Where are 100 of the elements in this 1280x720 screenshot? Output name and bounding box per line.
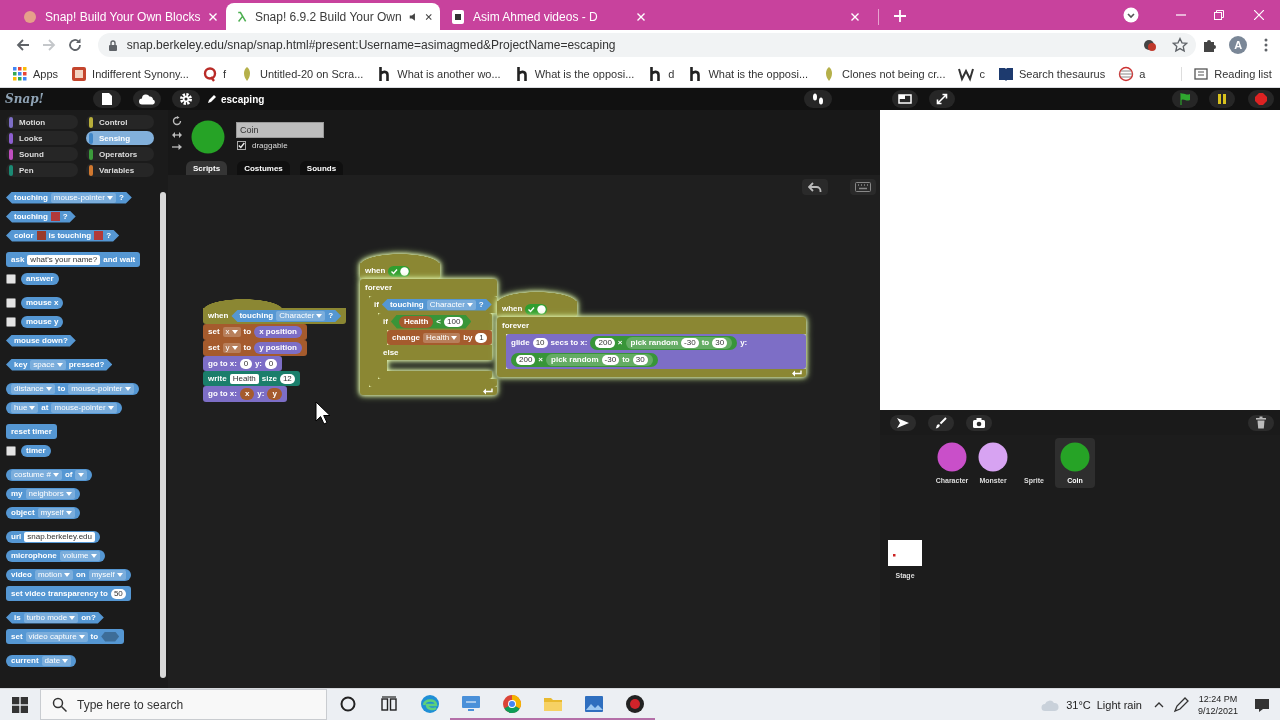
search-field[interactable]: Type here to search xyxy=(40,689,327,720)
bookmark[interactable]: Untitled-20 on Scra... xyxy=(236,62,366,85)
category-button[interactable]: Looks xyxy=(6,131,78,145)
left-right-arrow-icon[interactable] xyxy=(172,132,182,138)
watcher-checkbox[interactable] xyxy=(6,316,16,327)
address-bar[interactable]: snap.berkeley.edu/snap/snap.html#present:Username=asimagmed&ProjectName=escaping xyxy=(97,33,1197,57)
reporter-block[interactable]: y position xyxy=(254,342,302,354)
text-slot[interactable]: snap.berkeley.edu xyxy=(24,531,96,542)
command-block[interactable]: go to x: 0 y: 0 xyxy=(203,356,282,371)
number-slot[interactable]: 100 xyxy=(444,316,464,327)
command-block[interactable]: go to x: x y: y xyxy=(203,386,287,402)
bookmark[interactable]: Apps xyxy=(10,62,61,85)
bookmark[interactable]: What is the opposi... xyxy=(685,62,811,85)
weather-widget[interactable]: 31°C Light rain xyxy=(1034,689,1148,720)
number-slot[interactable]: -30 xyxy=(601,355,620,365)
dropdown-slot[interactable] xyxy=(75,469,88,480)
bookmark[interactable]: a xyxy=(1116,62,1148,85)
reporter-block[interactable]: 200 × pick random -30 to 30 xyxy=(590,336,738,350)
hat-block[interactable]: when xyxy=(360,254,440,279)
sprite-name-field[interactable]: Coin xyxy=(236,122,324,138)
reporter-block[interactable]: y xyxy=(267,388,282,400)
number-slot[interactable]: 30 xyxy=(712,338,728,348)
pause-button[interactable] xyxy=(1209,90,1235,108)
delete-sprite-button[interactable] xyxy=(1248,414,1274,431)
command-block[interactable]: set y to y position xyxy=(203,340,307,356)
paint-sprite-button[interactable] xyxy=(928,414,954,431)
close-icon[interactable] xyxy=(850,11,860,22)
app-logo[interactable]: Snap! xyxy=(5,92,45,106)
browser-tab[interactable]: Snap! Build Your Own Blocks xyxy=(12,3,226,30)
browser-tab[interactable]: Asim Ahmed videos - D xyxy=(440,3,654,30)
watcher-checkbox[interactable] xyxy=(6,297,16,308)
c-block[interactable]: forever if touching Character ? if Health < 100 change Health by 1 else xyxy=(360,279,497,395)
command-block[interactable]: ask what's your name? and wait xyxy=(6,252,141,267)
profile-avatar[interactable]: A xyxy=(1229,36,1248,54)
command-block[interactable]: glide 10 secs to x: 200 × pick random -30 to 30 y: 200 × pick random -30 to 30 xyxy=(506,334,806,369)
reporter-block[interactable]: x xyxy=(239,388,255,400)
reading-list-button[interactable]: Reading list xyxy=(1181,66,1272,81)
new-turtle-sprite-button[interactable] xyxy=(890,414,916,431)
draggable-checkbox[interactable] xyxy=(237,141,246,150)
star-icon[interactable] xyxy=(1172,37,1189,53)
category-button[interactable]: Operators xyxy=(86,147,154,161)
number-slot[interactable]: 10 xyxy=(532,338,548,348)
stage-size-button[interactable] xyxy=(892,90,918,108)
number-slot[interactable]: 0 xyxy=(265,358,277,369)
undo-button[interactable] xyxy=(802,179,828,195)
number-slot[interactable]: 200 xyxy=(516,355,536,365)
toggle-switch-icon[interactable] xyxy=(388,265,411,277)
reporter-block[interactable]: 200 × pick random -30 to 30 xyxy=(511,353,658,367)
close-icon[interactable] xyxy=(424,11,432,22)
cloud-button[interactable] xyxy=(133,90,161,108)
bookmark[interactable]: What is another wo... xyxy=(374,62,503,85)
command-block[interactable]: write Health size 12 xyxy=(203,371,300,386)
watcher-checkbox[interactable] xyxy=(6,273,16,284)
color-swatch-icon[interactable] xyxy=(36,231,46,240)
bookmark[interactable]: d xyxy=(645,62,677,85)
toggle-switch-icon[interactable] xyxy=(525,303,548,315)
browser-tab[interactable]: Snap! 6.9.2 Build Your Own xyxy=(226,3,440,30)
color-swatch-icon[interactable] xyxy=(50,212,60,221)
scrollbar[interactable] xyxy=(160,192,166,678)
reporter-block[interactable]: url snap.berkeley.edu xyxy=(6,530,101,543)
command-block[interactable]: change Health by 1 xyxy=(387,330,493,345)
number-slot[interactable]: 12 xyxy=(279,373,295,384)
text-slot[interactable]: Health xyxy=(229,373,259,384)
keyboard-button[interactable] xyxy=(850,179,876,195)
number-slot[interactable]: 0 xyxy=(239,358,252,369)
category-button[interactable]: Variables xyxy=(86,163,154,177)
settings-button[interactable] xyxy=(172,90,200,108)
command-block[interactable]: set x to x position xyxy=(203,324,307,340)
reporter-block[interactable]: Health xyxy=(398,315,434,328)
rotate-icon[interactable] xyxy=(172,116,182,126)
editor-tab[interactable]: Scripts xyxy=(186,161,228,175)
predicate-block[interactable]: Health < 100 xyxy=(390,314,472,329)
color-swatch-icon[interactable] xyxy=(94,231,104,240)
single-step-button[interactable] xyxy=(804,90,832,108)
command-block[interactable]: set video transparency to 50 xyxy=(6,586,131,601)
hat-block[interactable]: when xyxy=(497,292,577,317)
extension-icon[interactable] xyxy=(1142,37,1159,53)
c-block[interactable]: forever glide 10 secs to x: 200 × pick random -30 to 30 y: 200 × pick random -30 to 30 xyxy=(497,317,806,377)
category-button[interactable]: Pen xyxy=(6,163,78,177)
category-button[interactable]: Motion xyxy=(6,115,78,129)
number-slot[interactable]: 1 xyxy=(475,332,488,343)
bookmark[interactable]: Indifferent Synony... xyxy=(69,62,191,85)
number-slot[interactable]: -30 xyxy=(681,338,699,348)
number-slot[interactable]: 30 xyxy=(632,355,648,365)
editor-tab[interactable]: Sounds xyxy=(299,161,344,175)
bookmark[interactable]: What is the opposi... xyxy=(511,62,637,85)
text-slot[interactable]: what's your name? xyxy=(27,254,101,265)
reporter-block[interactable]: pick random -30 to 30 xyxy=(546,354,653,366)
file-menu-button[interactable] xyxy=(93,90,121,108)
reporter-block[interactable]: pick random -30 to 30 xyxy=(625,337,733,349)
bookmark[interactable]: Search thesaurus xyxy=(995,62,1108,85)
flag-button[interactable] xyxy=(1172,90,1198,108)
clock[interactable]: 12:24 PM 9/12/2021 xyxy=(1192,689,1244,720)
camera-sprite-button[interactable] xyxy=(966,414,992,431)
close-icon[interactable] xyxy=(636,11,646,22)
stop-button[interactable] xyxy=(1248,90,1274,108)
bookmark[interactable]: Clones not being cr... xyxy=(819,62,948,85)
watcher-checkbox[interactable] xyxy=(6,445,16,456)
close-icon[interactable] xyxy=(208,11,218,22)
reporter-block[interactable]: x position xyxy=(254,326,302,338)
